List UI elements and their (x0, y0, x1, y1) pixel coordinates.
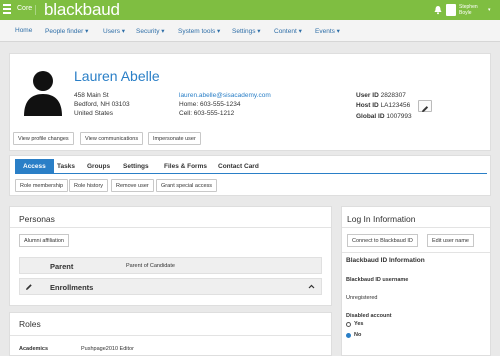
address-line-3: United States (74, 110, 114, 117)
role-history-button[interactable]: Role history (69, 179, 109, 192)
tab-tasks[interactable]: Tasks (57, 159, 75, 173)
personas-title: Personas (19, 214, 55, 224)
tab-contact-card[interactable]: Contact Card (218, 159, 259, 173)
login-info-panel: Log In Information Connect to Blackbaud … (341, 206, 491, 356)
username-value: Unregistered (346, 295, 378, 301)
profile-name: Lauren Abelle (74, 68, 160, 84)
global-id: Global ID 1007993 (356, 113, 412, 120)
tab-groups[interactable]: Groups (87, 159, 110, 173)
tab-panel: Access Tasks Groups Settings Files & For… (9, 155, 491, 196)
role-category: Academics (19, 346, 49, 352)
user-menu-chevron-icon[interactable]: ▾ (488, 7, 491, 13)
user-id: User ID 2828307 (356, 92, 406, 99)
divider (10, 335, 331, 336)
nav-system-tools[interactable]: System tools ▾ (178, 27, 220, 35)
profile-avatar (24, 71, 62, 116)
user-avatar-icon[interactable] (446, 4, 456, 16)
persona-label: Parent (50, 262, 74, 271)
divider (35, 5, 36, 15)
radio-icon (346, 321, 351, 327)
role-value: Pushpage2010 Editor (81, 346, 134, 352)
disabled-account-label: Disabled account (346, 313, 392, 319)
impersonate-user-button[interactable]: Impersonate user (148, 132, 201, 145)
main-nav: Home People finder ▾ Users ▾ Security ▾ … (0, 20, 500, 42)
home-phone: Home: 603-555-1234 (179, 101, 241, 108)
persona-value: Parent of Candidate (126, 263, 175, 269)
disabled-yes-radio[interactable]: Yes (346, 321, 363, 327)
menu-icon[interactable] (3, 4, 11, 16)
notification-bell-icon[interactable] (433, 5, 443, 15)
address-line-2: Bedford, NH 03103 (74, 101, 130, 108)
host-id: Host ID LA123456 (356, 102, 411, 109)
remove-user-button[interactable]: Remove user (111, 179, 154, 192)
address-line-1: 458 Main St (74, 92, 109, 99)
tab-files-forms[interactable]: Files & Forms (164, 159, 207, 173)
nav-users[interactable]: Users ▾ (103, 27, 125, 35)
blackbaud-id-info-heading: Blackbaud ID Information (346, 257, 425, 264)
edit-host-id-button[interactable] (418, 100, 432, 112)
chevron-up-icon[interactable] (308, 283, 315, 290)
view-communications-button[interactable]: View communications (80, 132, 144, 145)
blackbaud-logo[interactable]: blackbaud (44, 0, 120, 20)
top-bar: Core blackbaud Stephen Boyle ▾ (0, 0, 500, 20)
personas-panel: Personas Alumni affiliation Parent Paren… (9, 206, 332, 306)
nav-home[interactable]: Home (15, 27, 32, 34)
view-profile-changes-button[interactable]: View profile changes (13, 132, 74, 145)
cell-phone: Cell: 603-555-1212 (179, 110, 235, 117)
disabled-no-radio[interactable]: No (346, 332, 361, 338)
roles-title: Roles (19, 319, 41, 329)
radio-selected-icon (346, 332, 351, 338)
pencil-icon (422, 106, 429, 112)
persona-row-parent[interactable]: Parent Parent of Candidate (19, 257, 322, 274)
nav-content[interactable]: Content ▾ (274, 27, 302, 35)
persona-label: Enrollments (50, 283, 94, 292)
app-name[interactable]: Core (17, 5, 32, 12)
nav-settings[interactable]: Settings ▾ (232, 27, 261, 35)
grant-special-access-button[interactable]: Grant special access (156, 179, 218, 192)
divider (10, 227, 331, 228)
roles-panel: Roles Academics Pushpage2010 Editor (9, 312, 332, 356)
username-label: Blackbaud ID username (346, 277, 409, 283)
divider (342, 252, 490, 253)
email-link[interactable]: lauren.abelle@sisacademy.com (179, 92, 271, 99)
divider (342, 227, 490, 228)
nav-events[interactable]: Events ▾ (315, 27, 340, 35)
tab-underline (15, 173, 487, 174)
role-membership-button[interactable]: Role membership (15, 179, 69, 192)
pencil-icon[interactable] (25, 283, 33, 291)
login-info-title: Log In Information (347, 214, 416, 224)
tab-settings[interactable]: Settings (123, 159, 149, 173)
connect-blackbaud-id-button[interactable]: Connect to Blackbaud ID (347, 234, 418, 247)
tab-access[interactable]: Access (15, 159, 54, 173)
alumni-affiliation-button[interactable]: Alumni affiliation (19, 234, 69, 247)
edit-user-name-button[interactable]: Edit user name (427, 234, 474, 247)
user-name[interactable]: Stephen Boyle (459, 4, 478, 16)
persona-row-enrollments[interactable]: Enrollments (19, 278, 322, 295)
nav-security[interactable]: Security ▾ (136, 27, 165, 35)
profile-card: Lauren Abelle 458 Main St Bedford, NH 03… (9, 53, 491, 151)
nav-people-finder[interactable]: People finder ▾ (45, 27, 88, 35)
